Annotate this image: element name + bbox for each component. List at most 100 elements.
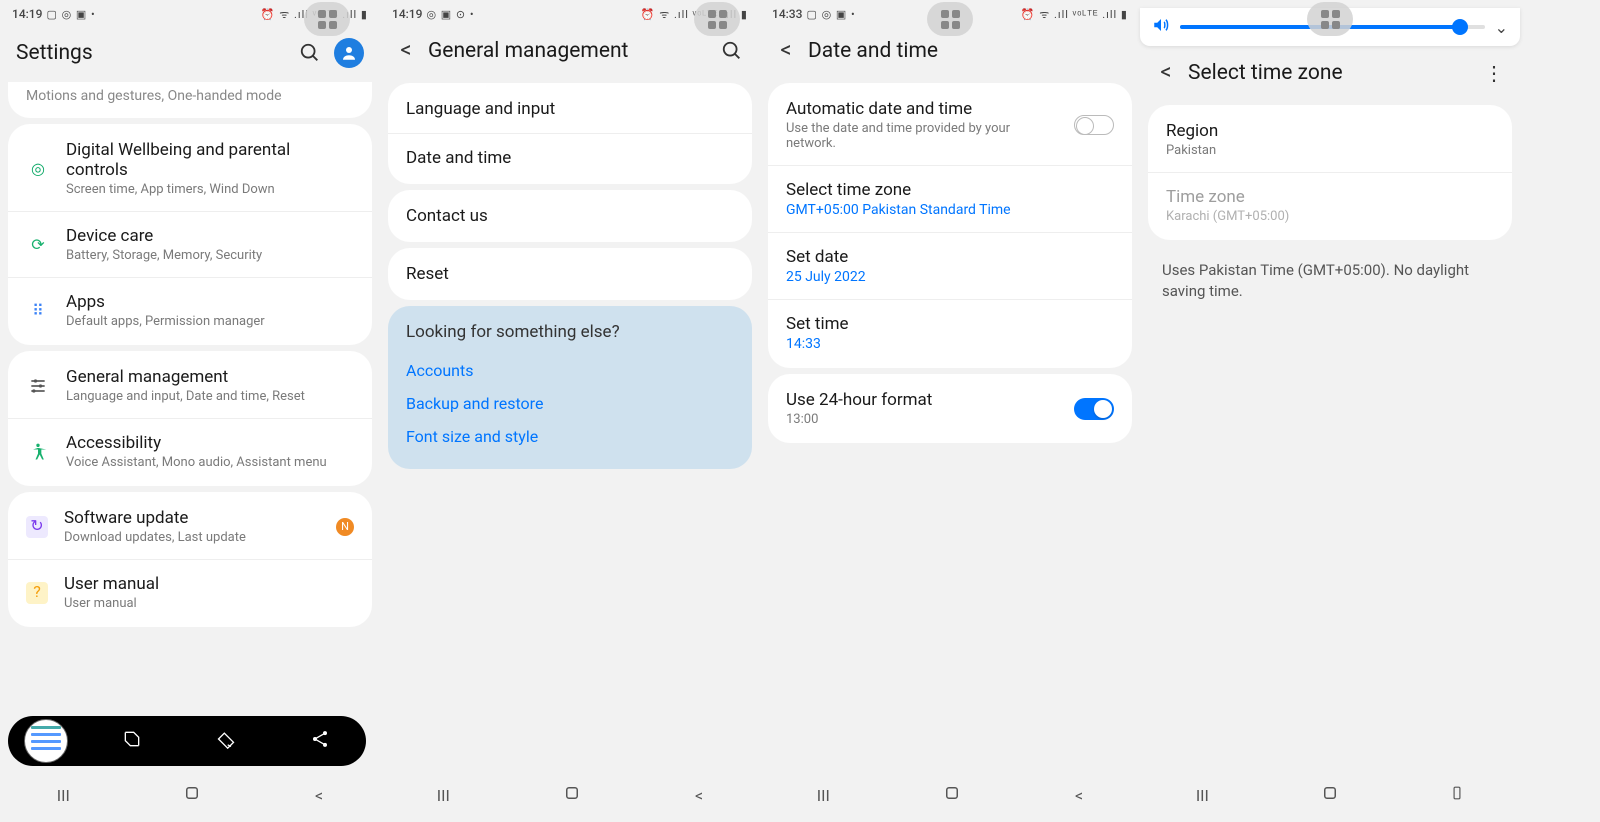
wellbeing-icon: ◎ (26, 159, 50, 178)
link-backup-restore[interactable]: Backup and restore (406, 387, 734, 420)
search-icon[interactable] (720, 39, 744, 63)
tz-card: RegionPakistan Time zone Karachi (GMT+05:… (1148, 105, 1512, 240)
row-title: Language and input (406, 99, 734, 119)
toggle-auto-date-time[interactable] (1074, 115, 1114, 135)
floating-apps-pill[interactable] (927, 2, 973, 36)
row-contact-us[interactable]: Contact us (388, 192, 752, 240)
back-button[interactable]: < (1156, 60, 1176, 85)
row-device-care[interactable]: ⟳ Device care Battery, Storage, Memory, S… (8, 211, 372, 277)
tag-write-icon[interactable] (196, 729, 256, 754)
row-general-management[interactable]: General managementLanguage and input, Da… (8, 353, 372, 418)
nav-home[interactable] (943, 784, 961, 806)
row-date-time[interactable]: Date and time (388, 133, 752, 182)
row-apps[interactable]: ⠿ AppsDefault apps, Permission manager (8, 277, 372, 343)
link-font-size-style[interactable]: Font size and style (406, 420, 734, 453)
prev-card-peek: Motions and gestures, One-handed mode (8, 82, 372, 118)
manual-icon: ? (26, 582, 48, 604)
row-value: Karachi (GMT+05:00) (1166, 209, 1494, 224)
nav-back[interactable]: < (695, 786, 703, 805)
back-button[interactable]: < (396, 38, 416, 63)
row-title: Use 24-hour format (786, 390, 1058, 410)
page-title: General management (428, 39, 628, 63)
screenshot-thumbnail[interactable] (24, 719, 68, 763)
nav-recents[interactable]: III (1196, 786, 1209, 805)
looking-for-card: Looking for something else? Accounts Bac… (388, 306, 752, 469)
screen-general-management: 14:19 ◎ ▣ ⊙ • ⏰ ᯤ .ıll ᵛᵒᴸᵀᴱ .ıll ▮ < Ge… (380, 0, 760, 822)
nav-back[interactable]: < (315, 786, 323, 805)
settings-card: ↻ Software updateDownload updates, Last … (8, 492, 372, 627)
row-digital-wellbeing[interactable]: ◎ Digital Wellbeing and parental control… (8, 126, 372, 211)
dt-card: Automatic date and timeUse the date and … (768, 83, 1132, 368)
profile-avatar[interactable] (334, 38, 364, 68)
row-user-manual[interactable]: ? User manualUser manual (8, 559, 372, 625)
nav-home[interactable] (1321, 784, 1339, 806)
row-24h-format[interactable]: Use 24-hour format13:00 (768, 376, 1132, 441)
apps-icon: ⠿ (26, 301, 50, 320)
row-subtitle: User manual (64, 596, 354, 611)
screenshot-toolbar[interactable] (8, 716, 366, 766)
row-title: Device care (66, 226, 354, 246)
nav-back[interactable] (1450, 784, 1464, 806)
page-title: Settings (16, 41, 93, 65)
volume-icon (1152, 16, 1170, 38)
row-region[interactable]: RegionPakistan (1148, 107, 1512, 172)
nav-recents[interactable]: III (817, 786, 830, 805)
accessibility-icon (26, 442, 50, 462)
row-title: Set time (786, 314, 1114, 334)
settings-card: General managementLanguage and input, Da… (8, 351, 372, 486)
status-clock: 14:19 (12, 7, 42, 21)
timezone-description: Uses Pakistan Time (GMT+05:00). No dayli… (1140, 246, 1520, 316)
row-title: Select time zone (786, 180, 1114, 200)
more-icon[interactable]: ⋮ (1484, 61, 1504, 85)
floating-apps-pill[interactable] (1307, 2, 1353, 36)
nav-home[interactable] (183, 784, 201, 806)
row-reset[interactable]: Reset (388, 250, 752, 298)
gm-card: Reset (388, 248, 752, 300)
row-title: Time zone (1166, 187, 1494, 207)
toggle-24h[interactable] (1074, 398, 1114, 420)
dt-card: Use 24-hour format13:00 (768, 374, 1132, 443)
search-icon[interactable] (298, 41, 322, 65)
row-title: General management (66, 367, 354, 387)
row-set-date[interactable]: Set date25 July 2022 (768, 232, 1132, 299)
device-care-icon: ⟳ (26, 235, 50, 254)
floating-apps-pill[interactable] (304, 2, 350, 36)
row-subtitle: Battery, Storage, Memory, Security (66, 248, 354, 263)
grid-icon (1321, 10, 1340, 29)
chevron-down-icon[interactable]: ⌄ (1495, 18, 1508, 37)
row-select-time-zone[interactable]: Select time zone GMT+05:00 Pakistan Stand… (768, 165, 1132, 232)
nav-back[interactable]: < (1075, 786, 1083, 805)
row-title: Contact us (406, 206, 734, 226)
grid-icon (941, 10, 960, 29)
notification-badge: N (336, 518, 354, 536)
row-software-update[interactable]: ↻ Software updateDownload updates, Last … (8, 494, 372, 559)
row-subtitle: Use the date and time provided by your n… (786, 121, 1058, 151)
settings-card: ◎ Digital Wellbeing and parental control… (8, 124, 372, 345)
sliders-icon (26, 376, 50, 396)
share-icon[interactable] (290, 729, 350, 754)
info-title: Looking for something else? (406, 322, 734, 342)
grid-icon (318, 10, 337, 29)
nav-home[interactable] (563, 784, 581, 806)
status-left-icons: ▢ ◎ ▣ • (806, 8, 855, 21)
status-left-icons: ◎ ▣ ⊙ • (426, 8, 474, 21)
row-time-zone: Time zone Karachi (GMT+05:00) (1148, 172, 1512, 238)
row-set-time[interactable]: Set time14:33 (768, 299, 1132, 366)
row-value: 25 July 2022 (786, 269, 1114, 285)
nav-bar: III < (380, 772, 760, 822)
row-title: Automatic date and time (786, 99, 1058, 119)
floating-apps-pill[interactable] (694, 2, 740, 36)
nav-recents[interactable]: III (57, 786, 70, 805)
row-language-input[interactable]: Language and input (388, 85, 752, 133)
row-value: GMT+05:00 Pakistan Standard Time (786, 202, 1114, 218)
row-accessibility[interactable]: AccessibilityVoice Assistant, Mono audio… (8, 418, 372, 484)
link-accounts[interactable]: Accounts (406, 354, 734, 387)
row-title: Software update (64, 508, 354, 528)
status-clock: 14:33 (772, 7, 802, 21)
nav-recents[interactable]: III (437, 786, 450, 805)
crop-icon[interactable] (102, 729, 162, 754)
row-auto-date-time[interactable]: Automatic date and timeUse the date and … (768, 85, 1132, 165)
row-subtitle: Download updates, Last update (64, 530, 354, 545)
back-button[interactable]: < (776, 38, 796, 63)
row-title: Date and time (406, 148, 734, 168)
